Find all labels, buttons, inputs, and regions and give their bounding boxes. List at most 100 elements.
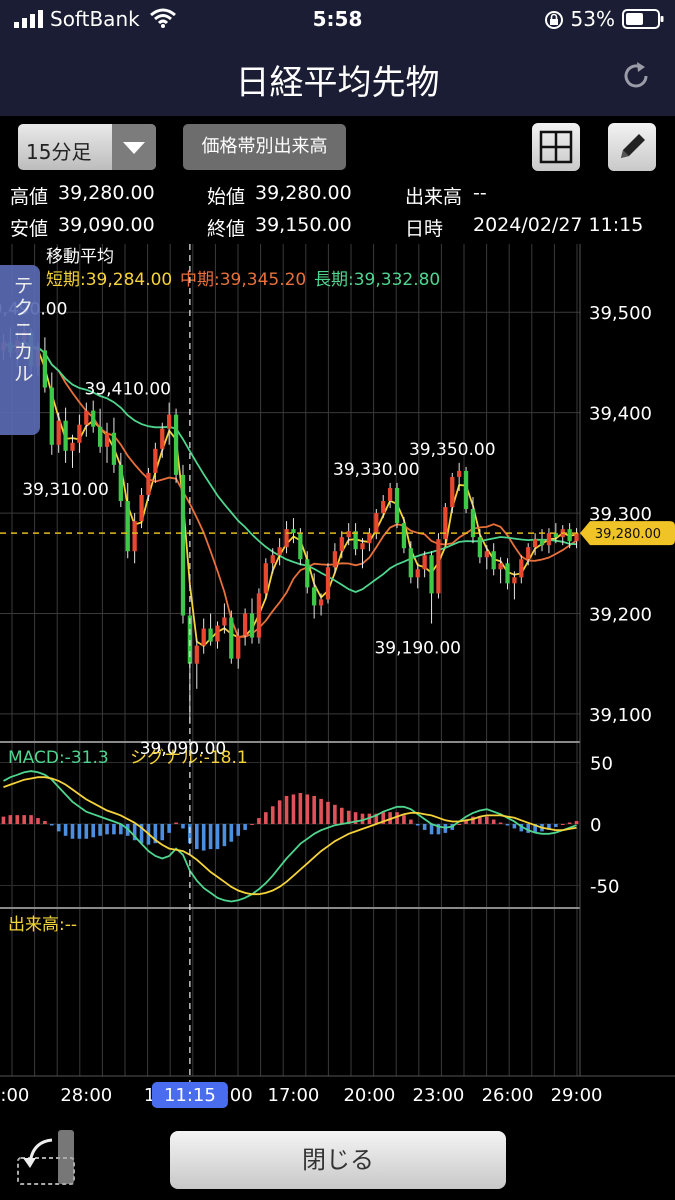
candle-body xyxy=(270,555,275,564)
candle-body xyxy=(519,559,524,578)
macd-hist-bar xyxy=(215,824,220,850)
macd-hist-bar xyxy=(422,824,427,830)
volume-label: 出来高 xyxy=(405,186,463,208)
candle-body xyxy=(63,420,68,451)
open-value: 39,280.00 xyxy=(255,182,352,204)
macd-tick-label: 50 xyxy=(590,753,613,774)
refresh-icon[interactable] xyxy=(619,59,653,93)
candle-body xyxy=(567,529,572,542)
ma-legend-0: 短期:39,284.00 xyxy=(46,270,172,290)
price-chart-svg[interactable]: 39,50039,40039,30039,20039,100500-5039,2… xyxy=(0,244,675,1114)
indicator-title: 移動平均 xyxy=(46,247,114,267)
price-annotation: 39,410.00 xyxy=(84,380,171,400)
candle-body xyxy=(139,494,144,522)
datetime-label: 日時 xyxy=(405,218,444,240)
battery-icon xyxy=(622,9,664,29)
macd-tick-label: -50 xyxy=(590,877,619,898)
candle-body xyxy=(173,414,179,475)
draw-tool-button[interactable] xyxy=(608,123,656,171)
candle-body xyxy=(194,645,199,664)
orientation-lock-icon xyxy=(545,11,563,29)
macd-hist-bar xyxy=(174,822,178,824)
candle-body xyxy=(477,537,483,558)
macd-hist-bar xyxy=(291,794,296,824)
candle-body xyxy=(574,533,579,542)
macd-hist-bar xyxy=(49,824,54,826)
bottom-bar: 閉じる xyxy=(0,1114,675,1200)
candle-body xyxy=(236,635,241,659)
macd-hist-bar xyxy=(312,795,316,824)
macd-hist-bar xyxy=(333,804,337,824)
macd-hist-bar xyxy=(8,815,13,824)
candle-body xyxy=(491,551,496,570)
macd-hist-bar xyxy=(326,801,330,824)
macd-hist-bar xyxy=(229,824,234,842)
macd-hist-bar xyxy=(574,821,579,824)
grid-icon xyxy=(539,130,573,164)
x-tick-label: :00 xyxy=(224,1085,253,1106)
macd-hist-bar xyxy=(84,824,89,839)
candle-body xyxy=(532,539,538,548)
macd-hist-bar xyxy=(91,824,96,838)
close-button[interactable]: 閉じる xyxy=(170,1131,506,1189)
candle-body xyxy=(56,420,61,445)
x-tick-label: 17:00 xyxy=(268,1085,320,1106)
y-tick-label: 39,200 xyxy=(589,604,652,625)
macd-hist-bar xyxy=(36,818,40,824)
macd-hist-bar xyxy=(112,824,116,835)
candle-body xyxy=(463,470,469,510)
candle-body xyxy=(284,529,289,548)
price-annotation: 39,310.00 xyxy=(22,480,109,500)
macd-hist-bar xyxy=(505,824,510,826)
candle-body xyxy=(505,563,510,584)
x-tick-label: 20:00 xyxy=(343,1085,395,1106)
candle-body xyxy=(387,487,393,502)
candle-body xyxy=(318,599,324,606)
rotate-screen-icon[interactable] xyxy=(14,1128,78,1188)
candle-body xyxy=(132,521,137,552)
price-annotation: 39,350.00 xyxy=(409,440,496,460)
layout-grid-button[interactable] xyxy=(532,123,580,171)
macd-hist-bar xyxy=(284,795,289,824)
macd-hist-bar xyxy=(457,824,461,825)
candle-body xyxy=(125,501,130,552)
candle-body xyxy=(201,628,206,646)
technical-tab[interactable]: テクニカル xyxy=(0,265,40,435)
x-tick-label: 25:00 xyxy=(0,1085,29,1106)
candle-body xyxy=(91,410,96,427)
macd-hist-bar xyxy=(208,824,213,850)
macd-hist-bar xyxy=(360,813,365,824)
x-tick-label: 29:00 xyxy=(551,1085,603,1106)
macd-hist-bar xyxy=(305,794,310,824)
y-tick-label: 39,100 xyxy=(589,705,652,726)
macd-hist-bar xyxy=(567,822,572,824)
macd-hist-bar xyxy=(29,815,33,824)
macd-hist-bar xyxy=(491,819,496,824)
candle-body xyxy=(49,387,54,445)
candle-body xyxy=(249,613,255,638)
candle-body xyxy=(457,470,462,477)
macd-hist-bar xyxy=(277,800,282,824)
chart-area[interactable]: 39,500 39,400 39,300 39,200 39,100 50 0 -50 39,2… xyxy=(0,244,675,1114)
y-tick-label: 39,500 xyxy=(589,303,652,324)
interval-select[interactable]: 15分足 xyxy=(18,124,156,170)
macd-hist-bar xyxy=(415,824,420,826)
macd-hist-bar xyxy=(70,824,75,839)
candle-body xyxy=(408,548,413,578)
price-volume-button[interactable]: 価格帯別出来高 xyxy=(183,124,346,170)
macd-hist-bar xyxy=(243,824,247,830)
candle-body xyxy=(229,617,234,659)
macd-hist-bar xyxy=(498,822,503,824)
candle-body xyxy=(153,448,158,473)
signal-label: シグナル:-18.1 xyxy=(130,748,248,768)
candle-body xyxy=(118,464,123,502)
candle-body xyxy=(312,587,317,606)
low-label: 安値 xyxy=(10,218,49,240)
macd-label: MACD:-31.3 xyxy=(8,748,109,768)
macd-hist-bar xyxy=(77,824,82,839)
macd-hist-bar xyxy=(409,819,413,824)
candle-body xyxy=(277,547,282,556)
macd-hist-bar xyxy=(194,824,199,850)
cursor-time-label: 11:15 xyxy=(164,1085,216,1106)
candle-body xyxy=(526,547,531,560)
